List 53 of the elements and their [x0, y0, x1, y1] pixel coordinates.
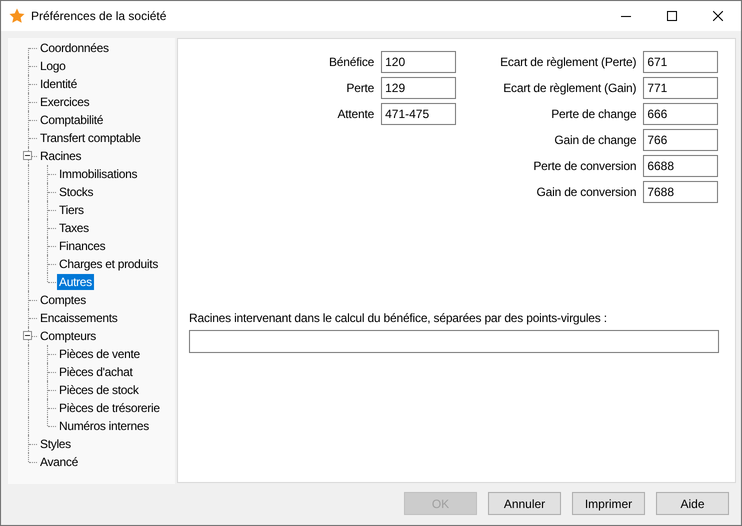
tree-item[interactable]: Avancé [38, 454, 80, 470]
field-label: Perte [345, 80, 374, 97]
collapse-icon[interactable] [23, 331, 32, 340]
input-field[interactable]: 766 [643, 129, 718, 151]
input-field[interactable]: 129 [381, 77, 456, 99]
tree-item[interactable]: Compteurs [38, 328, 98, 344]
field-label: Gain de conversion [536, 184, 636, 201]
tree-item[interactable]: Exercices [38, 94, 92, 110]
dialog-button[interactable]: Imprimer [572, 492, 645, 515]
field-label: Perte de conversion [532, 158, 636, 175]
input-field[interactable]: 671 [643, 51, 718, 73]
tree-item[interactable]: Racines [38, 148, 84, 164]
tree-item[interactable]: Stocks [57, 184, 96, 200]
input-field[interactable]: 771 [643, 77, 718, 99]
tree-item[interactable]: Pièces de trésorerie [57, 400, 162, 416]
tree-item[interactable]: Logo [38, 58, 68, 74]
tree-item[interactable]: Tiers [57, 202, 86, 218]
tree-item[interactable]: Comptabilité [38, 112, 106, 128]
field-label: Attente [336, 106, 374, 123]
tree-item[interactable]: Comptes [38, 292, 88, 308]
input-field[interactable]: 666 [643, 103, 718, 125]
dialog-button[interactable]: Aide [656, 492, 729, 515]
field-label: Racines intervenant dans le calcul du bénéfice, séparées par des points-virgules : [189, 311, 608, 325]
tree-item[interactable]: Encaissements [38, 310, 120, 326]
collapse-icon[interactable] [23, 151, 32, 160]
tree-item[interactable]: Charges et produits [57, 256, 160, 272]
input-field[interactable]: 7688 [643, 181, 718, 203]
tree-item[interactable]: Pièces de vente [57, 346, 142, 362]
tree-item[interactable]: Autres [57, 274, 94, 290]
star-icon [9, 8, 25, 24]
tree-item[interactable]: Transfert comptable [38, 130, 143, 146]
field-label: Bénéfice [329, 54, 374, 71]
field-label: Perte de change [550, 106, 636, 123]
maximize-icon[interactable] [667, 11, 677, 21]
tree-item[interactable]: Coordonnées [38, 40, 111, 56]
input-field[interactable]: 6688 [643, 155, 718, 177]
tree-item[interactable]: Styles [38, 436, 73, 452]
input-field[interactable]: 471-475 [381, 103, 456, 125]
field-label: Ecart de règlement (Perte) [500, 54, 636, 71]
close-icon[interactable] [713, 11, 723, 21]
window-title: Préférences de la société [31, 9, 168, 23]
field-label: Ecart de règlement (Gain) [502, 80, 636, 97]
tree-item[interactable]: Pièces de stock [57, 382, 141, 398]
field-label: Gain de change [553, 132, 636, 149]
tree-item[interactable]: Finances [57, 238, 108, 254]
input-field[interactable]: 120 [381, 51, 456, 73]
tree-item[interactable]: Identité [38, 76, 79, 92]
tree-item[interactable]: Pièces d'achat [57, 364, 134, 380]
input-field[interactable] [189, 330, 719, 353]
tree-item[interactable]: Taxes [57, 220, 91, 236]
dialog-button[interactable]: Annuler [488, 492, 561, 515]
tree-item[interactable]: Numéros internes [57, 418, 151, 434]
tree-item[interactable]: Immobilisations [57, 166, 140, 182]
